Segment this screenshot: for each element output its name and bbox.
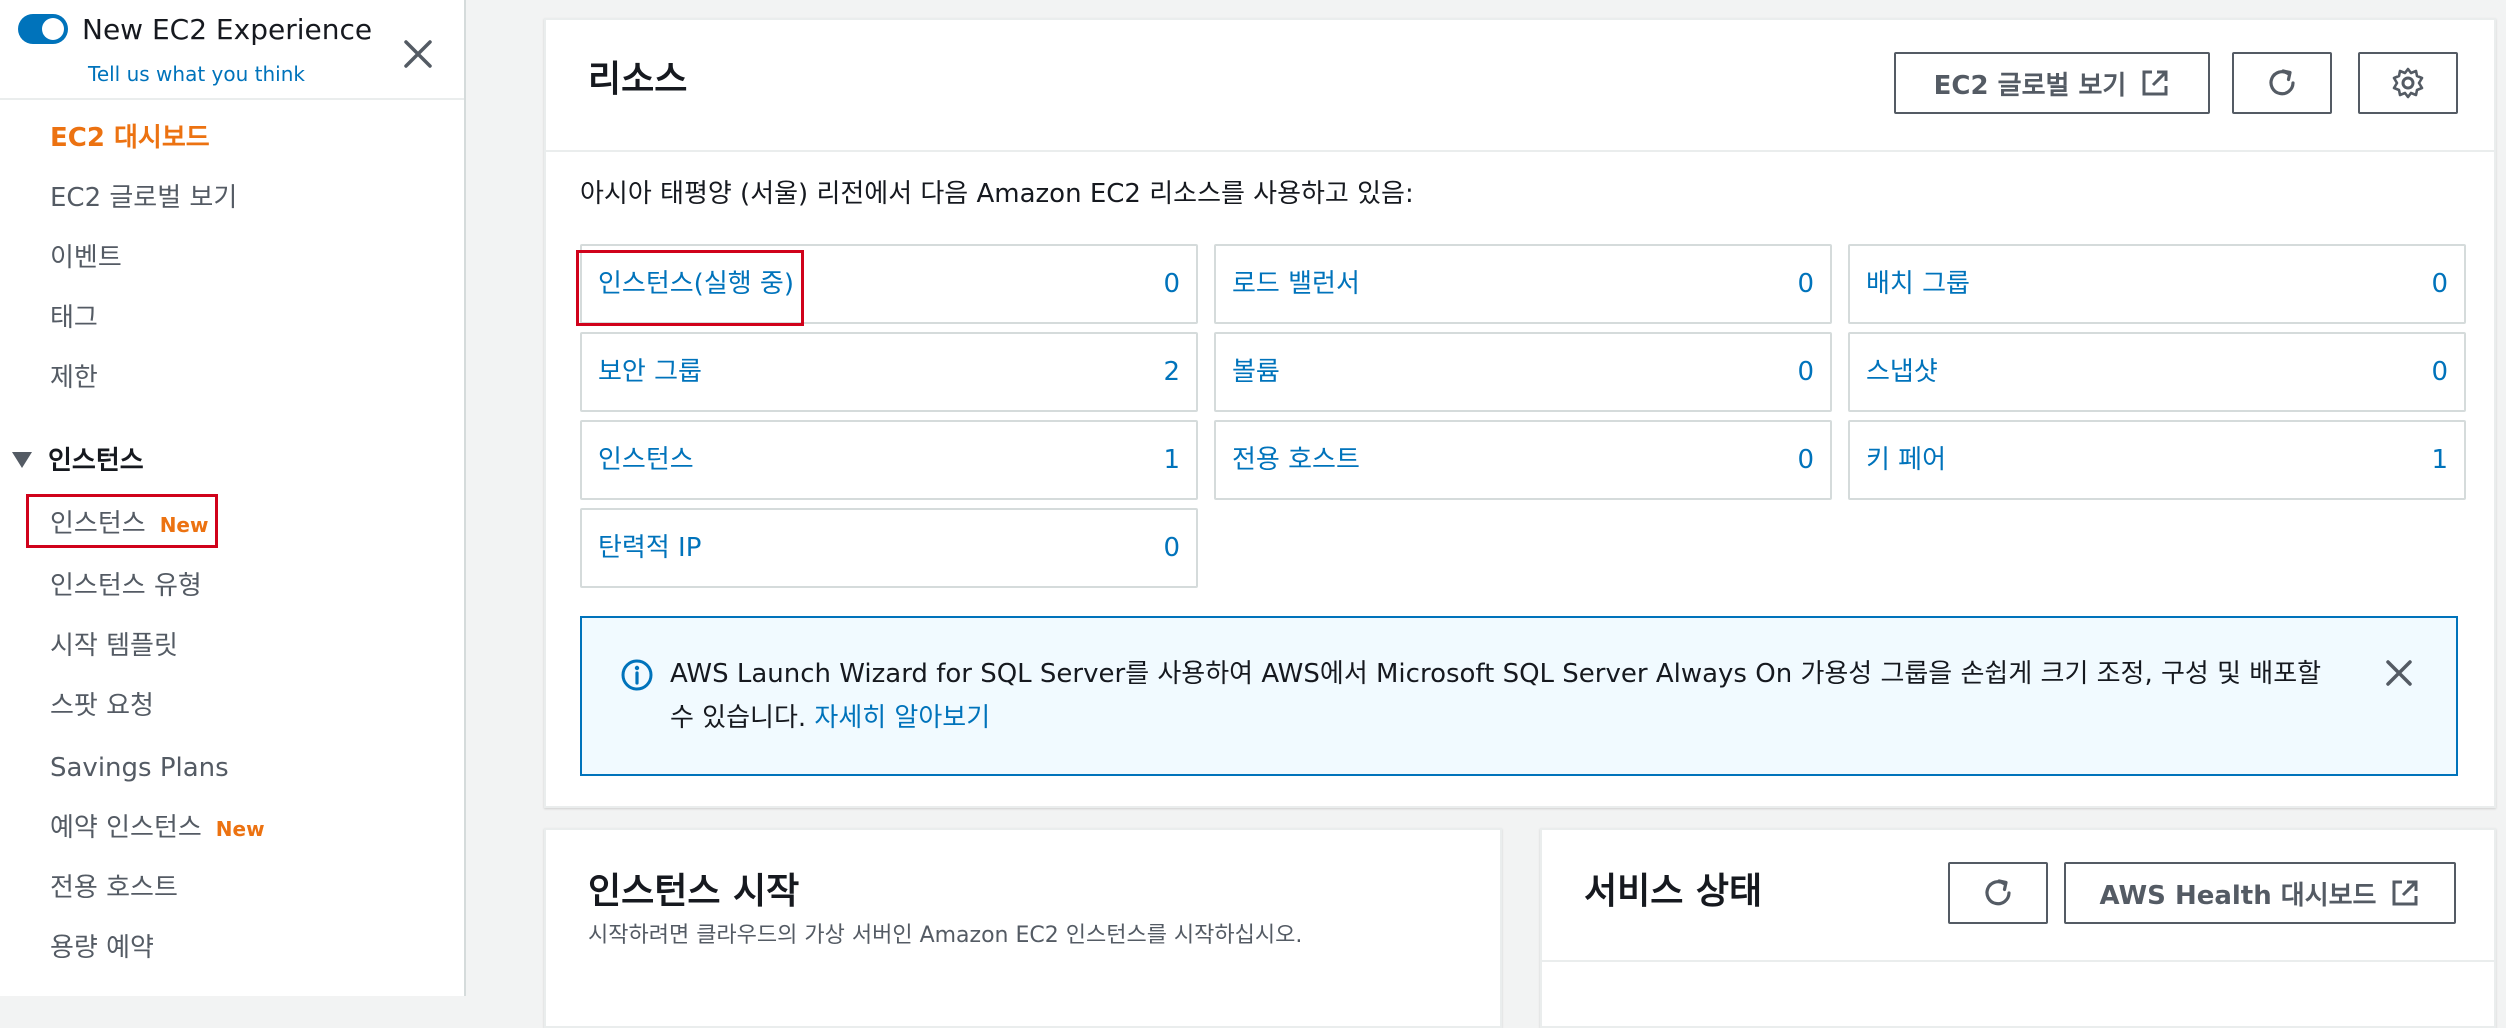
refresh-icon [2269, 69, 2295, 96]
resource-count[interactable]: 0 [1797, 356, 1814, 388]
gear-icon [2392, 67, 2424, 99]
resource-label[interactable]: 볼륨 [1232, 356, 1280, 388]
new-experience-toggle[interactable] [18, 14, 68, 44]
resource-label[interactable]: 키 페어 [1866, 444, 1946, 476]
nav-limits[interactable]: 제한 [50, 362, 98, 394]
service-health-title: 서비스 상태 [1584, 871, 1763, 912]
nav-ec2-dashboard[interactable]: EC2 대시보드 [50, 122, 210, 154]
resource-cell-instances[interactable]: 인스턴스 1 [580, 420, 1198, 500]
external-link-icon [2392, 880, 2418, 906]
resource-count[interactable]: 1 [2431, 444, 2448, 476]
resource-label[interactable]: 스냅샷 [1866, 356, 1938, 388]
nav-spot-requests[interactable]: 스팟 요청 [50, 690, 154, 722]
new-badge: New [215, 817, 265, 841]
resource-cell-dedicated-hosts[interactable]: 전용 호스트 0 [1214, 420, 1832, 500]
ec2-global-view-button[interactable]: EC2 글로벌 보기 [1894, 52, 2210, 114]
health-refresh-button[interactable] [1948, 862, 2048, 924]
nav-ec2-global-view[interactable]: EC2 글로벌 보기 [50, 182, 237, 214]
resource-cell-security-groups[interactable]: 보안 그룹 2 [580, 332, 1198, 412]
nav-reserved-label: 예약 인스턴스 [50, 813, 202, 843]
nav-dedicated-hosts[interactable]: 전용 호스트 [50, 872, 178, 904]
toggle-knob [42, 18, 64, 40]
aws-health-dashboard-button[interactable]: AWS Health 대시보드 [2064, 862, 2456, 924]
resources-title: 리소스 [588, 59, 688, 100]
resource-label[interactable]: 보안 그룹 [598, 356, 702, 388]
nav-savings-plans[interactable]: Savings Plans [50, 752, 229, 784]
info-text: AWS Launch Wizard for SQL Server를 사용하여 A… [670, 652, 2350, 740]
resource-label[interactable]: 로드 밸런서 [1232, 268, 1360, 300]
resource-count[interactable]: 0 [1163, 532, 1180, 564]
resource-count[interactable]: 1 [1163, 444, 1180, 476]
highlight-box-instances-running [576, 250, 804, 326]
resource-count[interactable]: 0 [1797, 268, 1814, 300]
refresh-icon [1985, 879, 2011, 906]
sidebar: New EC2 Experience Tell us what you thin… [0, 0, 466, 996]
resource-cell-key-pairs[interactable]: 키 페어 1 [1848, 420, 2466, 500]
nav-events[interactable]: 이벤트 [50, 242, 122, 274]
resource-cell-volumes[interactable]: 볼륨 0 [1214, 332, 1832, 412]
launch-instance-title: 인스턴스 시작 [588, 871, 800, 912]
nav-reserved-instances[interactable]: 예약 인스턴스 New [50, 812, 265, 845]
settings-button[interactable] [2358, 52, 2458, 114]
resource-cell-elastic-ips[interactable]: 탄력적 IP 0 [580, 508, 1198, 588]
resource-label[interactable]: 탄력적 IP [598, 532, 701, 564]
nav-tags[interactable]: 태그 [50, 302, 98, 334]
resources-panel: 리소스 EC2 글로벌 보기 아시아 태평양 (서울) 리전에서 다음 Amaz… [544, 18, 2496, 808]
resources-description: 아시아 태평양 (서울) 리전에서 다음 Amazon EC2 리소스를 사용하… [580, 179, 1414, 209]
service-health-panel: 서비스 상태 AWS Health 대시보드 [1540, 828, 2496, 1028]
close-icon[interactable] [398, 34, 438, 74]
resource-label[interactable]: 전용 호스트 [1232, 444, 1360, 476]
refresh-button[interactable] [2232, 52, 2332, 114]
resource-cell-load-balancers[interactable]: 로드 밸런서 0 [1214, 244, 1832, 324]
info-icon [621, 659, 653, 691]
health-divider [1542, 960, 2494, 962]
new-experience-row: New EC2 Experience Tell us what you thin… [18, 13, 438, 86]
resource-label[interactable]: 인스턴스 [598, 444, 694, 476]
close-icon[interactable] [2382, 656, 2416, 690]
nav-section-label: 인스턴스 [48, 446, 144, 476]
launch-instance-subtitle: 시작하려면 클라우드의 가상 서버인 Amazon EC2 인스턴스를 시작하십… [588, 923, 1303, 948]
learn-more-link[interactable]: 자세히 알아보기 [814, 703, 990, 733]
nav-launch-templates[interactable]: 시작 템플릿 [50, 630, 178, 662]
resource-count[interactable]: 0 [1163, 268, 1180, 300]
nav-capacity-reservations[interactable]: 용량 예약 [50, 932, 154, 964]
highlight-box-nav-instances [26, 494, 218, 548]
resource-count[interactable]: 0 [2431, 268, 2448, 300]
sidebar-divider [0, 98, 464, 100]
launch-instance-panel: 인스턴스 시작 시작하려면 클라우드의 가상 서버인 Amazon EC2 인스… [544, 828, 1502, 1028]
resources-header: 리소스 EC2 글로벌 보기 [546, 20, 2494, 152]
ec2-global-view-label: EC2 글로벌 보기 [1933, 70, 2127, 101]
new-experience-title: New EC2 Experience [82, 13, 373, 46]
resource-cell-snapshots[interactable]: 스냅샷 0 [1848, 332, 2466, 412]
resource-count[interactable]: 0 [1797, 444, 1814, 476]
nav-section-instances[interactable]: 인스턴스 [12, 445, 144, 477]
nav-instance-types[interactable]: 인스턴스 유형 [50, 570, 202, 602]
aws-health-dashboard-label: AWS Health 대시보드 [2099, 880, 2377, 911]
resource-count[interactable]: 2 [1163, 356, 1180, 388]
resource-cell-placement-groups[interactable]: 배치 그룹 0 [1848, 244, 2466, 324]
caret-down-icon [12, 451, 32, 468]
resource-label[interactable]: 배치 그룹 [1866, 268, 1970, 300]
external-link-icon [2142, 70, 2168, 96]
resource-count[interactable]: 0 [2431, 356, 2448, 388]
info-alert: AWS Launch Wizard for SQL Server를 사용하여 A… [580, 616, 2458, 776]
feedback-link[interactable]: Tell us what you think [88, 62, 305, 86]
